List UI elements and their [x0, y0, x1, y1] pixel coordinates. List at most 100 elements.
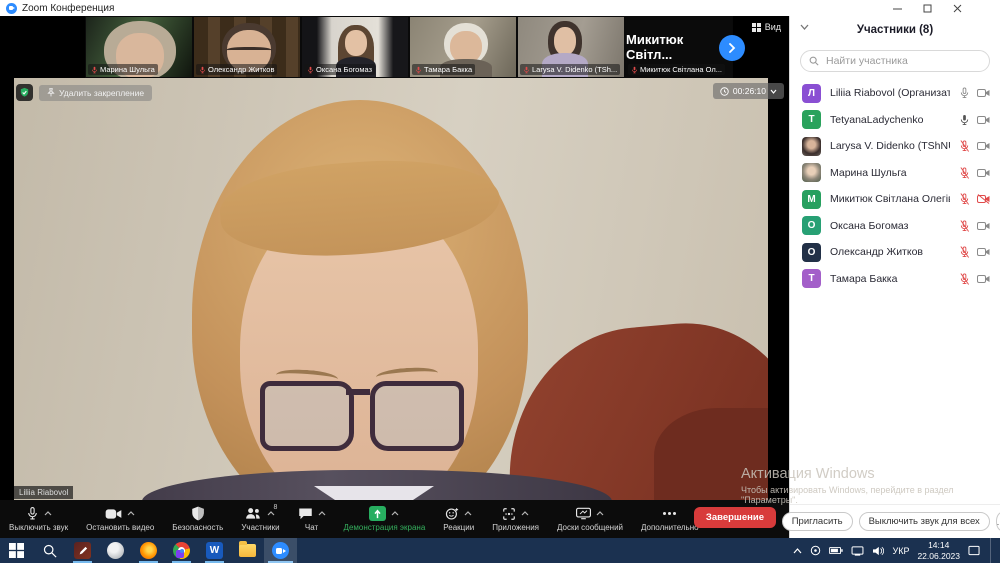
- video-thumbnail[interactable]: Олександр Житков: [193, 16, 301, 78]
- participant-row[interactable]: ООксана Богомаз: [790, 213, 1000, 240]
- speaker-shirt-shape: [314, 486, 434, 500]
- collapse-panel-icon[interactable]: [800, 24, 809, 30]
- tray-app-icon[interactable]: [810, 545, 821, 556]
- more-icon: [662, 511, 677, 516]
- toolbar-label: Демонстрация экрана: [344, 523, 426, 532]
- clock-icon: [720, 87, 729, 96]
- action-center-icon[interactable]: [968, 545, 980, 556]
- camera-muted-icon: [977, 194, 990, 204]
- video-thumbnail[interactable]: Марина Шульга: [85, 16, 193, 78]
- unpin-button-label: Удалить закрепление: [59, 88, 144, 98]
- close-button[interactable]: [942, 0, 972, 16]
- participant-name: Оксана Богомаз: [830, 220, 950, 232]
- taskbar-start-icon[interactable]: [0, 538, 33, 563]
- battery-icon[interactable]: [829, 546, 843, 555]
- taskbar-notes-icon[interactable]: [66, 538, 99, 563]
- footer-more-button[interactable]: ...: [996, 512, 1000, 531]
- mic-muted-icon: [959, 167, 970, 179]
- taskbar-apps: W: [0, 538, 297, 563]
- chevron-up-icon[interactable]: [267, 511, 275, 516]
- toolbar-whiteboard-button[interactable]: Доски сообщений: [548, 500, 632, 538]
- hidden-icons-chevron-icon[interactable]: [793, 548, 802, 554]
- camera-off-icon: [977, 274, 990, 284]
- toolbar-share-button[interactable]: Демонстрация экрана: [335, 500, 435, 538]
- chevron-up-icon[interactable]: [521, 511, 529, 516]
- avatar: М: [802, 190, 821, 209]
- toolbar-reactions-button[interactable]: Реакции: [434, 500, 483, 538]
- language-indicator[interactable]: УКР: [892, 546, 909, 556]
- speaker-glasses-shape: [260, 381, 464, 451]
- share-icon: [369, 506, 386, 521]
- panel-footer: Пригласить Выключить звук для всех ...: [790, 504, 1000, 538]
- camera-off-icon: [977, 141, 990, 151]
- unpin-button[interactable]: Удалить закрепление: [39, 85, 152, 101]
- mute-all-button[interactable]: Выключить звук для всех: [859, 512, 990, 531]
- toolbar-camera-button[interactable]: Остановить видео: [77, 500, 163, 538]
- next-page-button[interactable]: [719, 35, 745, 61]
- speaker-icon[interactable]: [872, 546, 884, 556]
- participant-row[interactable]: ТТамара Бакка: [790, 266, 1000, 293]
- participant-search-input[interactable]: [824, 54, 981, 68]
- participant-name: TetyanaLadychenko: [830, 114, 950, 126]
- chevron-up-icon[interactable]: [391, 511, 399, 516]
- toolbar-label: Доски сообщений: [557, 523, 623, 532]
- mic-muted-icon: [959, 193, 970, 205]
- chevron-up-icon[interactable]: [127, 511, 135, 516]
- invite-button[interactable]: Пригласить: [782, 512, 853, 531]
- participant-name: Олександр Житков: [830, 246, 950, 258]
- show-desktop-button[interactable]: [990, 538, 996, 563]
- avatar: T: [802, 110, 821, 129]
- reactions-icon: [445, 507, 459, 521]
- security-shield-icon[interactable]: [16, 84, 33, 101]
- taskbar-word-icon[interactable]: W: [198, 538, 231, 563]
- video-thumbnail[interactable]: Larysa V. Didenko (TSh...: [517, 16, 625, 78]
- toolbar-shield-button[interactable]: Безопасность: [163, 500, 232, 538]
- toolbar-label: Безопасность: [172, 523, 223, 532]
- participant-list: ЛLiliia Riabovol (Организатор, я) T Tetyan…: [790, 80, 1000, 292]
- participant-row[interactable]: ООлександр Житков: [790, 239, 1000, 266]
- taskbar-clock[interactable]: 14:14 22.06.2023: [917, 540, 960, 561]
- meeting-timer[interactable]: 00:26:10: [713, 83, 784, 99]
- mic-muted-icon: [307, 66, 314, 74]
- taskbar-explorer-icon[interactable]: [231, 538, 264, 563]
- video-thumbnail[interactable]: Тамара Бакка: [409, 16, 517, 78]
- participant-name: Микитюк Світлана Олегівна: [830, 193, 950, 205]
- mic-muted-icon: [959, 220, 970, 232]
- taskbar-search-icon[interactable]: [33, 538, 66, 563]
- end-meeting-button[interactable]: Завершение: [694, 507, 776, 528]
- participants-icon: [245, 507, 262, 520]
- whiteboard-icon: [576, 507, 591, 520]
- clock-time: 14:14: [917, 540, 960, 551]
- window-controls: [882, 0, 972, 16]
- video-thumbnail[interactable]: Оксана Богомаз: [301, 16, 409, 78]
- chevron-up-icon[interactable]: [596, 511, 604, 516]
- participant-row[interactable]: М Микитюк Світлана Олегівна: [790, 186, 1000, 213]
- chevron-up-icon[interactable]: [318, 511, 326, 516]
- taskbar-zoom-icon[interactable]: [264, 538, 297, 563]
- taskbar-firefox-icon[interactable]: [132, 538, 165, 563]
- toolbar-participants-button[interactable]: 8Участники: [232, 500, 288, 538]
- participant-row[interactable]: ЛLiliia Riabovol (Организатор, я): [790, 80, 1000, 107]
- chevron-up-icon[interactable]: [44, 511, 52, 516]
- participant-row[interactable]: Марина Шульга: [790, 160, 1000, 187]
- network-display-icon[interactable]: [851, 546, 864, 556]
- chevron-down-icon: [770, 89, 777, 94]
- participant-row[interactable]: Larysa V. Didenko (TShNUK, Kyiv): [790, 133, 1000, 160]
- toolbar-chat-button[interactable]: Чат: [289, 500, 335, 538]
- chevron-up-icon[interactable]: [464, 511, 472, 516]
- video-thumbnail[interactable]: Микитюк Світл...Микитюк Світлана Ол...: [625, 16, 733, 78]
- participant-row[interactable]: T TetyanaLadychenko: [790, 107, 1000, 134]
- taskbar-paint-icon[interactable]: [99, 538, 132, 563]
- taskbar-chrome-icon[interactable]: [165, 538, 198, 563]
- minimize-button[interactable]: [882, 0, 912, 16]
- thumbnail-name-label: Марина Шульга: [88, 64, 158, 75]
- participant-count-badge: 8: [273, 504, 277, 511]
- windows-taskbar: W УКР 14:14 22.06.2023: [0, 538, 1000, 563]
- view-button[interactable]: Вид: [748, 20, 785, 34]
- toolbar-mic-button[interactable]: Выключить звук: [0, 500, 77, 538]
- mic-muted-icon: [415, 66, 422, 74]
- mic-on-icon: [959, 87, 970, 99]
- avatar: [802, 163, 821, 182]
- maximize-button[interactable]: [912, 0, 942, 16]
- toolbar-apps-button[interactable]: Приложения: [483, 500, 548, 538]
